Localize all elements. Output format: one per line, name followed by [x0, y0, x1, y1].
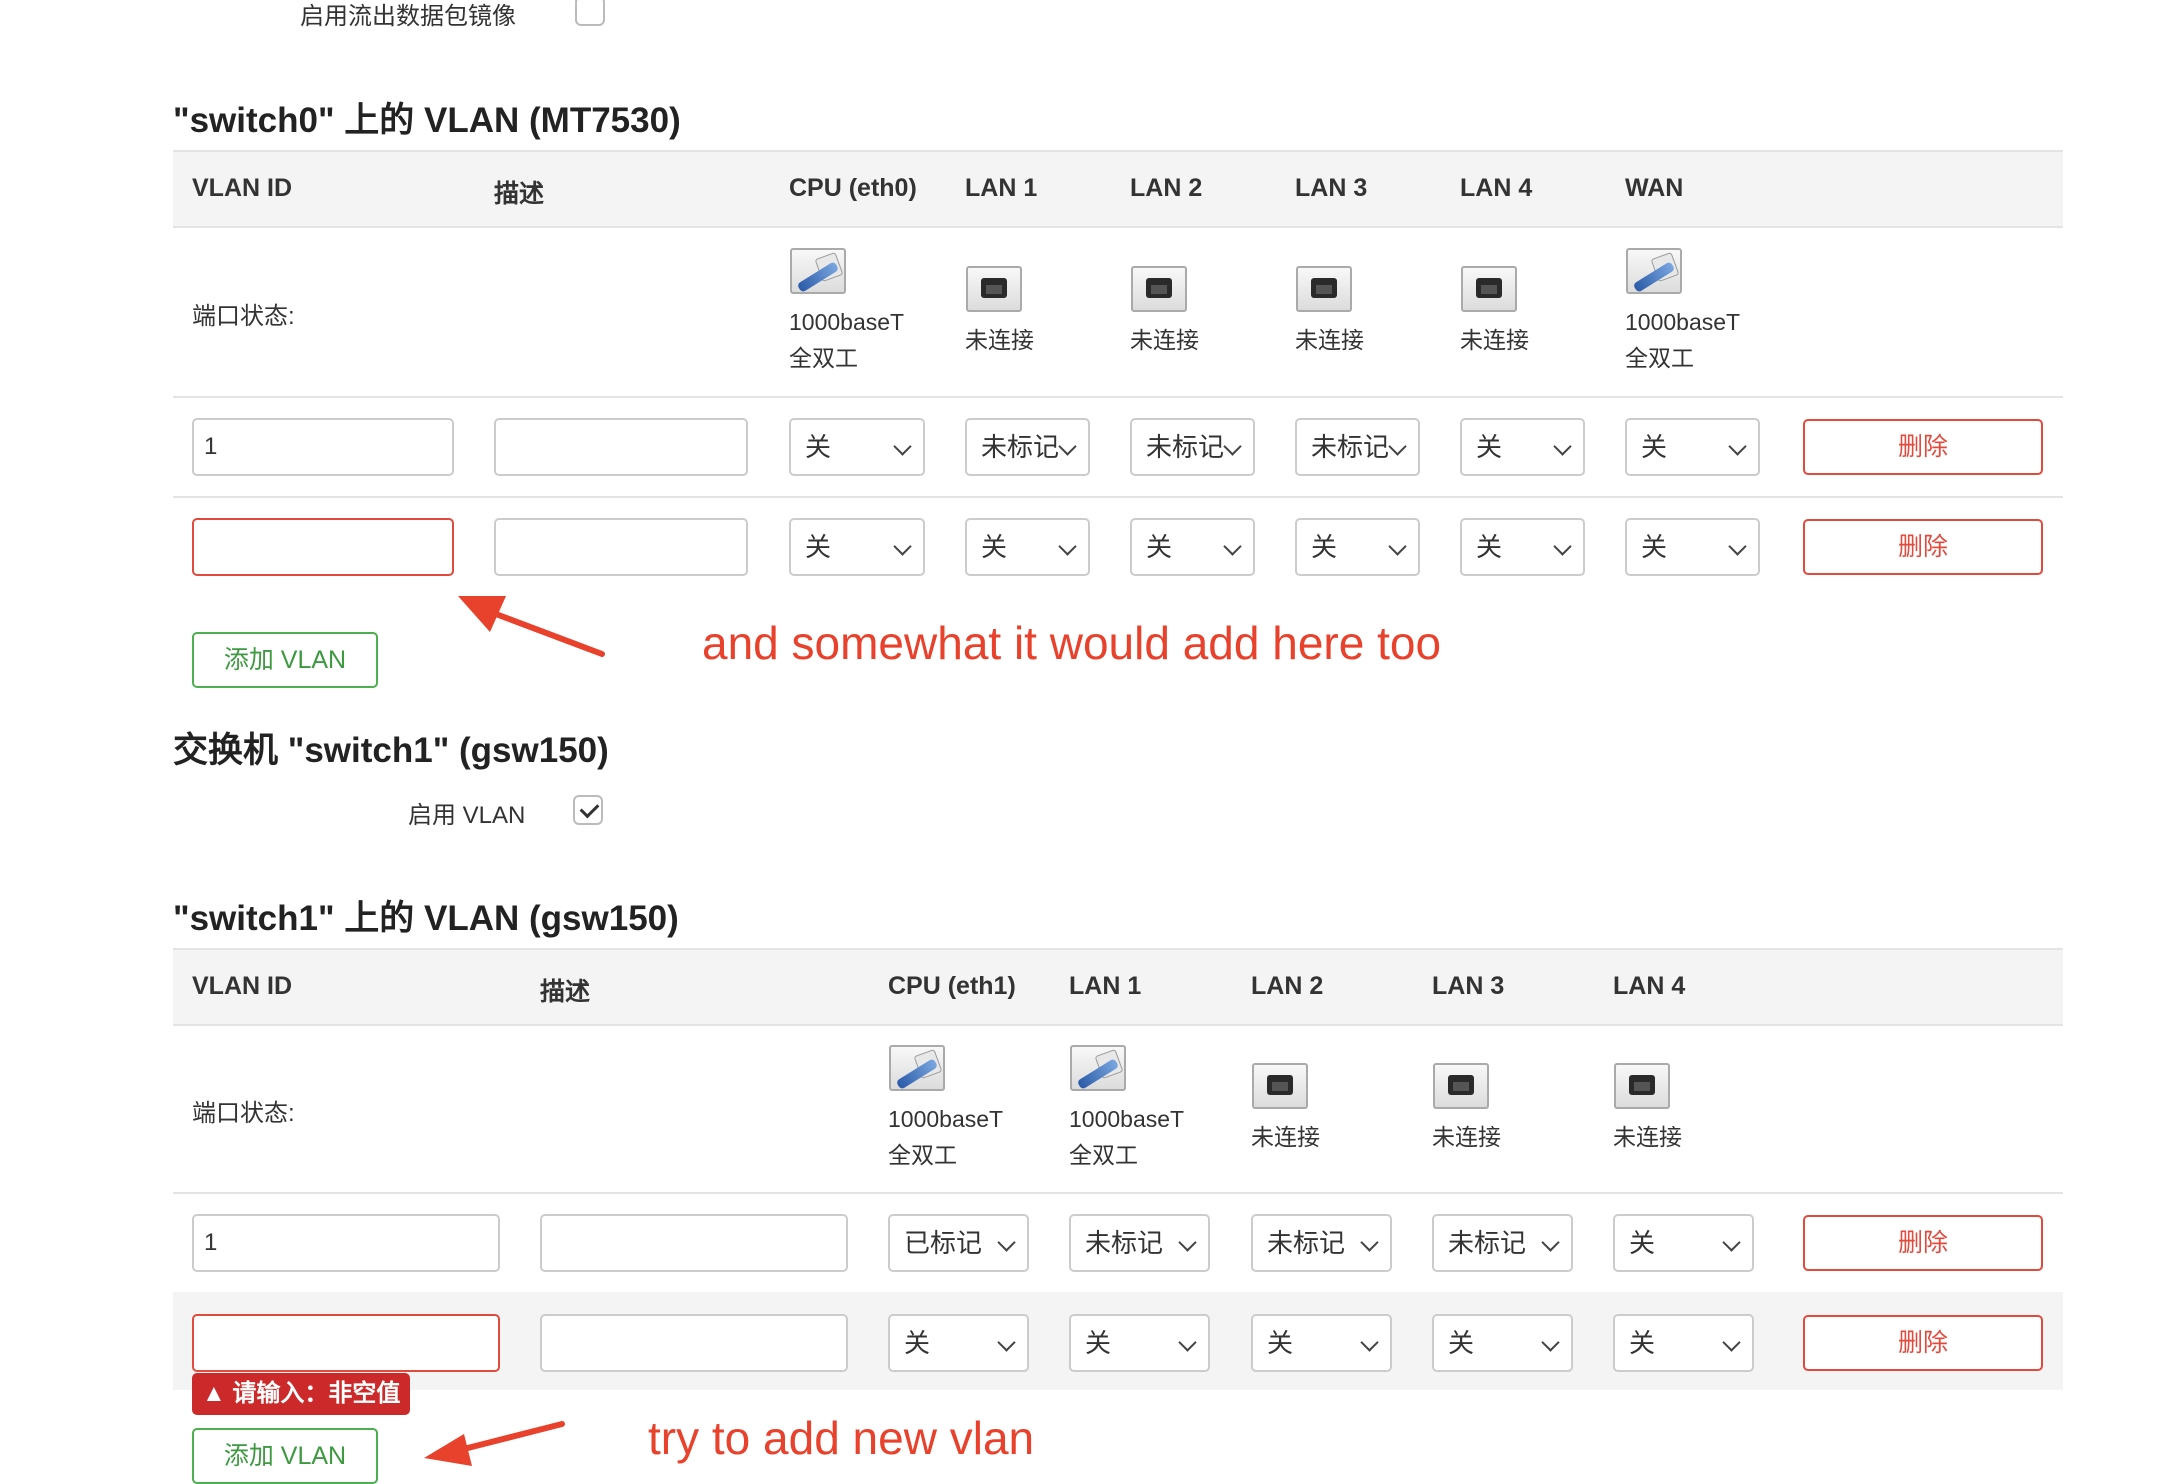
lan1-select[interactable]: 未标记 [965, 418, 1090, 476]
port-connected-icon [790, 248, 846, 294]
port-status-text: 未连接 [965, 327, 1034, 353]
col-lan2: LAN 2 [1130, 174, 1203, 202]
port-disconnected-icon [1461, 266, 1517, 312]
port-connected-icon [1626, 248, 1682, 294]
switch0-table-header [173, 152, 2063, 226]
validation-tooltip: ▲ 请输入：非空值 [192, 1373, 411, 1415]
port-disconnected-icon [1252, 1063, 1308, 1109]
lan3-select[interactable]: 未标记 [1432, 1214, 1573, 1272]
lan3-select[interactable]: 关 [1432, 1314, 1573, 1372]
delete-vlan-button[interactable]: 删除 [1803, 419, 2043, 475]
description-input[interactable] [540, 1214, 848, 1272]
port-status-text: 未连接 [1251, 1124, 1320, 1150]
port-duplex: 全双工 [789, 345, 858, 371]
enable-vlan-label: 启用 VLAN [408, 802, 526, 829]
vlan-id-input[interactable]: 1 [192, 1214, 500, 1272]
port-status-text: 未连接 [1295, 327, 1364, 353]
description-input[interactable] [540, 1314, 848, 1372]
port-disconnected-icon [1614, 1063, 1670, 1109]
delete-vlan-button[interactable]: 删除 [1803, 519, 2043, 575]
col-lan1: LAN 1 [1069, 972, 1142, 1000]
col-lan4: LAN 4 [1613, 972, 1686, 1000]
col-wan: WAN [1625, 174, 1684, 202]
port-status-text: 未连接 [1432, 1124, 1501, 1150]
annotation-note: try to add new vlan [648, 1412, 1035, 1464]
port-disconnected-icon [1296, 266, 1352, 312]
port-duplex: 全双工 [1625, 345, 1694, 371]
lan2-select[interactable]: 关 [1130, 518, 1255, 576]
lan2-select[interactable]: 关 [1251, 1314, 1392, 1372]
mirror-label: 启用流出数据包镜像 [300, 3, 516, 30]
description-input[interactable] [494, 418, 748, 476]
annotation-arrow-icon [458, 596, 605, 657]
vlan-id-input[interactable] [192, 518, 454, 576]
col-vlan-id: VLAN ID [192, 174, 292, 202]
wan-select[interactable]: 关 [1625, 518, 1760, 576]
enable-vlan-checkbox[interactable] [573, 795, 603, 825]
add-vlan-button[interactable]: 添加 VLAN [192, 632, 378, 688]
wan-select[interactable]: 关 [1625, 418, 1760, 476]
port-status-text: 未连接 [1613, 1124, 1682, 1150]
lan1-select[interactable]: 关 [1069, 1314, 1210, 1372]
port-status-label: 端口状态: [192, 303, 295, 330]
annotation-arrow-icon [424, 1421, 565, 1466]
lan1-select[interactable]: 关 [965, 518, 1090, 576]
port-status-text: 未连接 [1460, 327, 1529, 353]
col-lan3: LAN 3 [1432, 972, 1505, 1000]
port-speed: 1000baseT [789, 309, 905, 335]
lan2-select[interactable]: 未标记 [1251, 1214, 1392, 1272]
col-lan3: LAN 3 [1295, 174, 1368, 202]
description-input[interactable] [494, 518, 748, 576]
port-speed: 1000baseT [1069, 1106, 1185, 1132]
col-cpu: CPU (eth0) [789, 174, 917, 202]
port-speed: 1000baseT [1625, 309, 1741, 335]
lan4-select[interactable]: 关 [1460, 518, 1585, 576]
add-vlan-button[interactable]: 添加 VLAN [192, 1428, 378, 1484]
mirror-checkbox[interactable] [575, 0, 605, 26]
switch1-heading: 交换机 "switch1" (gsw150) [173, 731, 609, 770]
col-lan2: LAN 2 [1251, 972, 1324, 1000]
port-status-text: 未连接 [1130, 327, 1199, 353]
port-connected-icon [889, 1045, 945, 1091]
switch0-vlan-heading: "switch0" 上的 VLAN (MT7530) [173, 101, 681, 140]
port-connected-icon [1070, 1045, 1126, 1091]
col-description: 描述 [540, 978, 591, 1006]
switch1-vlan-heading: "switch1" 上的 VLAN (gsw150) [173, 899, 679, 938]
delete-vlan-button[interactable]: 删除 [1803, 1215, 2043, 1271]
port-status-label: 端口状态: [192, 1100, 295, 1127]
lan3-select[interactable]: 未标记 [1295, 418, 1420, 476]
lan2-select[interactable]: 未标记 [1130, 418, 1255, 476]
col-description: 描述 [494, 180, 545, 208]
annotation-note: and somewhat it would add here too [702, 617, 1442, 669]
vlan-id-input[interactable] [192, 1314, 500, 1372]
col-lan4: LAN 4 [1460, 174, 1533, 202]
port-duplex: 全双工 [1069, 1142, 1138, 1168]
cpu-port-select[interactable]: 关 [789, 518, 925, 576]
lan4-select[interactable]: 关 [1460, 418, 1585, 476]
lan4-select[interactable]: 关 [1613, 1314, 1754, 1372]
lan3-select[interactable]: 关 [1295, 518, 1420, 576]
col-vlan-id: VLAN ID [192, 972, 292, 1000]
port-disconnected-icon [1131, 266, 1187, 312]
col-lan1: LAN 1 [965, 174, 1038, 202]
lan1-select[interactable]: 未标记 [1069, 1214, 1210, 1272]
cpu-port-select[interactable]: 已标记 [888, 1214, 1029, 1272]
vlan-id-input[interactable]: 1 [192, 418, 454, 476]
cpu-port-select[interactable]: 关 [888, 1314, 1029, 1372]
port-disconnected-icon [966, 266, 1022, 312]
delete-vlan-button[interactable]: 删除 [1803, 1315, 2043, 1371]
lan4-select[interactable]: 关 [1613, 1214, 1754, 1272]
col-cpu: CPU (eth1) [888, 972, 1016, 1000]
port-speed: 1000baseT [888, 1106, 1004, 1132]
port-duplex: 全双工 [888, 1142, 957, 1168]
cpu-port-select[interactable]: 关 [789, 418, 925, 476]
port-disconnected-icon [1433, 1063, 1489, 1109]
